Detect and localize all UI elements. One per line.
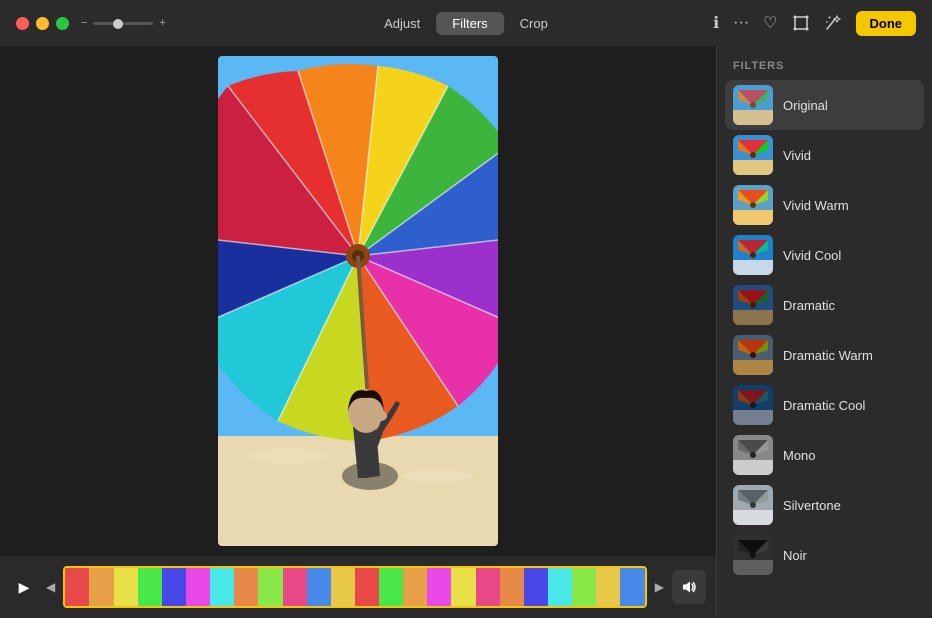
timeline-frame: [476, 568, 500, 606]
filter-item-vivid-warm[interactable]: Vivid Warm: [725, 180, 924, 230]
adjust-button[interactable]: Adjust: [368, 12, 436, 35]
timeline-frame: [403, 568, 427, 606]
timeline-frame: [162, 568, 186, 606]
filter-item-dramatic[interactable]: Dramatic: [725, 280, 924, 330]
filter-thumbnail-vivid-cool: [733, 235, 773, 275]
timeline-right-arrow[interactable]: ▶: [655, 580, 664, 594]
maximize-button[interactable]: [56, 17, 69, 30]
toolbar-right: ℹ ··· ♡ Done: [713, 11, 916, 36]
filter-item-noir[interactable]: Noir: [725, 530, 924, 580]
timeline-frame: [427, 568, 451, 606]
filter-item-original[interactable]: Original: [725, 80, 924, 130]
filter-thumbnail-dramatic-warm: [733, 335, 773, 375]
filter-thumbnail-silvertone: [733, 485, 773, 525]
timeline-bar: ▶ ◀: [0, 556, 716, 618]
photo-display: [218, 56, 498, 546]
timeline-frame: [355, 568, 379, 606]
zoom-minus-icon[interactable]: −: [81, 17, 87, 29]
play-button[interactable]: ▶: [10, 573, 38, 601]
filter-thumbnail-dramatic: [733, 285, 773, 325]
filter-thumbnail-original: [733, 85, 773, 125]
filter-thumbnail-mono: [733, 435, 773, 475]
timeline-frame: [114, 568, 138, 606]
timeline-track[interactable]: [63, 566, 647, 608]
filter-name-original: Original: [783, 98, 828, 113]
timeline-frame: [186, 568, 210, 606]
timeline-frame: [65, 568, 89, 606]
filter-thumbnail-dramatic-cool: [733, 385, 773, 425]
timeline-frames: [65, 568, 645, 606]
video-area: ▶ ◀: [0, 46, 716, 618]
timeline-frame: [500, 568, 524, 606]
zoom-control: − +: [81, 17, 166, 29]
filter-item-vivid[interactable]: Vivid: [725, 130, 924, 180]
filter-thumbnail-vivid-warm: [733, 185, 773, 225]
zoom-slider[interactable]: [93, 22, 153, 25]
filter-item-vivid-cool[interactable]: Vivid Cool: [725, 230, 924, 280]
main-content: ▶ ◀: [0, 46, 932, 618]
traffic-lights: [16, 17, 69, 30]
timeline-frame: [620, 568, 644, 606]
filter-item-dramatic-cool[interactable]: Dramatic Cool: [725, 380, 924, 430]
timeline-frame: [572, 568, 596, 606]
timeline-frame: [451, 568, 475, 606]
filter-name-vivid-cool: Vivid Cool: [783, 248, 841, 263]
title-bar: − + Adjust Filters Crop ℹ ··· ♡: [0, 0, 932, 46]
timeline-frame: [524, 568, 548, 606]
timeline-frame: [379, 568, 403, 606]
crop-icon[interactable]: [792, 14, 810, 32]
minimize-button[interactable]: [36, 17, 49, 30]
filters-button[interactable]: Filters: [436, 12, 503, 35]
toolbar-center: Adjust Filters Crop: [368, 12, 564, 35]
filter-name-dramatic: Dramatic: [783, 298, 835, 313]
filter-item-mono[interactable]: Mono: [725, 430, 924, 480]
close-button[interactable]: [16, 17, 29, 30]
heart-icon[interactable]: ♡: [763, 13, 777, 33]
filter-name-vivid: Vivid: [783, 148, 811, 163]
timeline-left-arrow[interactable]: ◀: [46, 580, 55, 594]
timeline-frame: [210, 568, 234, 606]
timeline-frame: [307, 568, 331, 606]
filter-name-vivid-warm: Vivid Warm: [783, 198, 849, 213]
filters-list: Original Vivid: [717, 80, 932, 618]
timeline-frame: [138, 568, 162, 606]
timeline-frame: [596, 568, 620, 606]
timeline-frame: [258, 568, 282, 606]
filter-name-silvertone: Silvertone: [783, 498, 841, 513]
timeline-frame: [234, 568, 258, 606]
zoom-plus-icon[interactable]: +: [159, 17, 165, 29]
crop-button[interactable]: Crop: [504, 12, 564, 35]
filter-name-noir: Noir: [783, 548, 807, 563]
filter-thumbnail-noir: [733, 535, 773, 575]
filter-name-mono: Mono: [783, 448, 816, 463]
done-button[interactable]: Done: [856, 11, 917, 36]
video-frame: [0, 46, 716, 556]
filter-name-dramatic-cool: Dramatic Cool: [783, 398, 865, 413]
volume-button[interactable]: [672, 570, 706, 604]
filter-item-silvertone[interactable]: Silvertone: [725, 480, 924, 530]
timeline-frame: [548, 568, 572, 606]
share-icon[interactable]: ···: [733, 14, 749, 32]
info-icon[interactable]: ℹ: [713, 13, 719, 33]
filter-thumbnail-vivid: [733, 135, 773, 175]
magic-icon[interactable]: [824, 14, 842, 32]
filter-name-dramatic-warm: Dramatic Warm: [783, 348, 873, 363]
filter-item-dramatic-warm[interactable]: Dramatic Warm: [725, 330, 924, 380]
timeline-frame: [89, 568, 113, 606]
filters-panel: FILTERS Original: [716, 46, 932, 618]
timeline-frame: [331, 568, 355, 606]
timeline-frame: [283, 568, 307, 606]
filters-section-title: FILTERS: [717, 46, 932, 80]
